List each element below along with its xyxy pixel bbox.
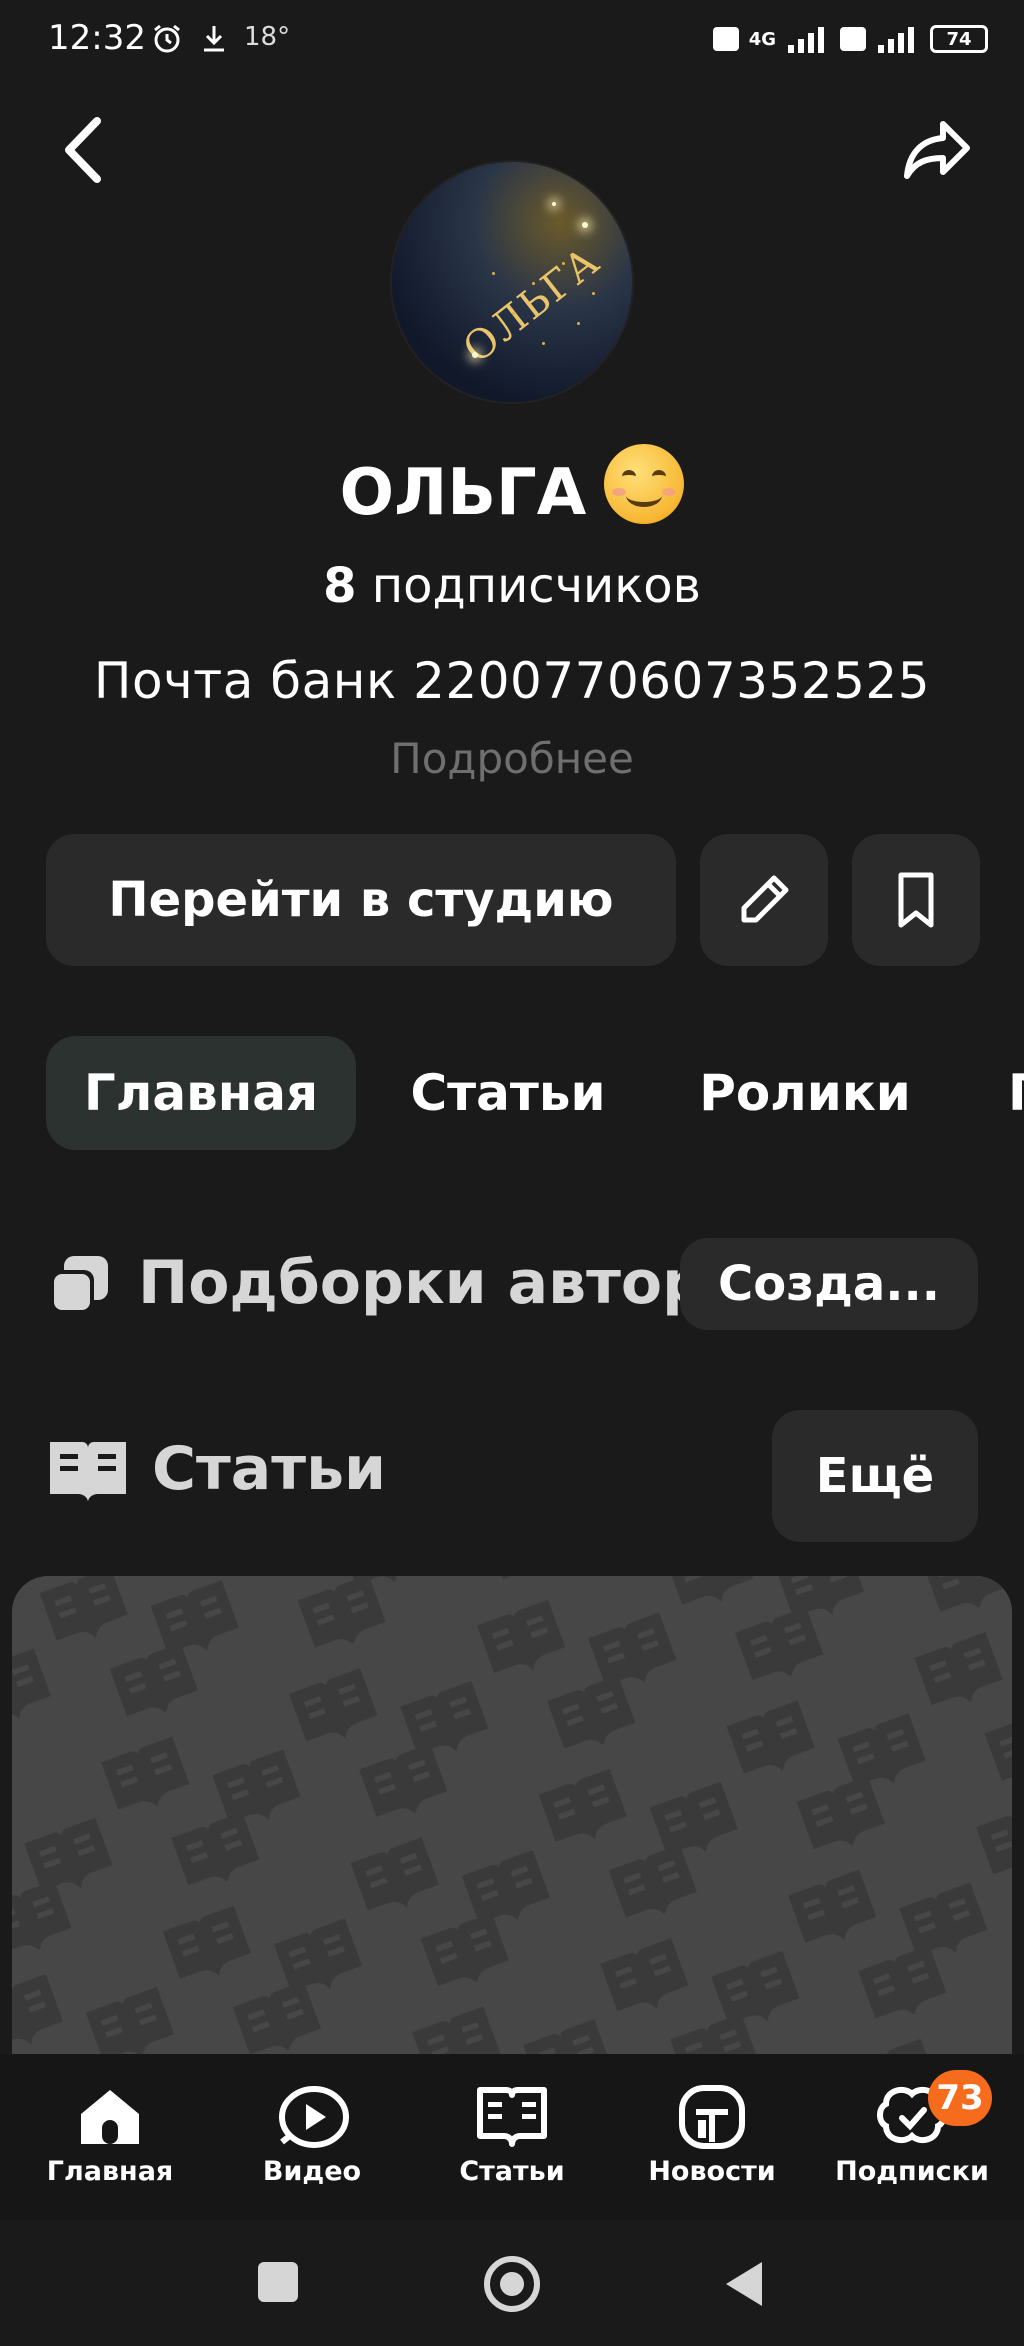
recents-square-icon[interactable] bbox=[258, 2262, 298, 2302]
status-temperature: 18° bbox=[244, 22, 291, 52]
more-articles-button[interactable]: Ещё bbox=[772, 1410, 978, 1542]
bookmark-button[interactable] bbox=[852, 834, 980, 966]
collections-icon bbox=[46, 1252, 112, 1322]
status-indicators: 4G 74 bbox=[712, 22, 988, 56]
nav-news[interactable]: Новости bbox=[622, 2084, 802, 2187]
nav-subscriptions[interactable]: Подписки 73 bbox=[822, 2070, 1002, 2187]
nav-articles-label: Статьи bbox=[459, 2156, 565, 2187]
articles-book-icon bbox=[46, 1436, 130, 1516]
pencil-icon bbox=[741, 875, 789, 923]
profile-name-text: ОЛЬГА bbox=[339, 456, 587, 530]
profile-description: Почта банк 2200770607352525 bbox=[93, 652, 931, 710]
tab-videos[interactable]: Ролики bbox=[680, 1036, 930, 1150]
nav-video[interactable]: Видео bbox=[222, 2084, 402, 2187]
avatar-text: ОЛЬГА bbox=[454, 237, 610, 373]
download-icon bbox=[200, 22, 228, 58]
status-bar: 12:32 18° 4G 74 bbox=[0, 0, 1024, 80]
nav-subscriptions-label: Подписки bbox=[835, 2156, 989, 2187]
go-to-studio-button[interactable]: Перейти в студию bbox=[46, 834, 676, 966]
volte-icon bbox=[712, 27, 739, 51]
battery-indicator: 74 bbox=[930, 25, 988, 53]
bottom-navigation: Главная Видео Статьи Новости Подписки 73 bbox=[0, 2054, 1024, 2220]
edit-button[interactable] bbox=[700, 834, 828, 966]
status-time: 12:32 bbox=[48, 18, 146, 58]
subscribers: 8 подписчиков bbox=[0, 558, 1024, 614]
bookmark-icon bbox=[898, 872, 934, 928]
system-navigation-bar bbox=[0, 2220, 1024, 2346]
collections-title: Подборки автора bbox=[138, 1248, 746, 1318]
article-card-placeholder[interactable] bbox=[12, 1576, 1012, 2136]
more-link[interactable]: Подробнее bbox=[0, 734, 1024, 783]
signal-icon bbox=[788, 27, 824, 53]
create-collection-button[interactable]: Созда... bbox=[680, 1238, 978, 1330]
back-triangle-icon[interactable] bbox=[724, 2260, 764, 2312]
articles-icon bbox=[477, 2087, 547, 2147]
chevron-left-icon bbox=[65, 117, 101, 183]
nav-news-label: Новости bbox=[648, 2156, 776, 2187]
tab-home[interactable]: Главная bbox=[46, 1036, 356, 1150]
subscribers-count: 8 bbox=[323, 558, 357, 614]
news-icon bbox=[679, 2085, 745, 2149]
subscribers-label: подписчиков bbox=[371, 558, 701, 614]
network-type: 4G bbox=[748, 28, 776, 50]
share-icon bbox=[904, 121, 970, 179]
nav-home[interactable]: Главная bbox=[20, 2084, 200, 2187]
smile-emoji-icon bbox=[604, 444, 685, 524]
share-button[interactable] bbox=[892, 110, 982, 190]
tab-overflow[interactable]: П bbox=[1008, 1036, 1024, 1150]
home-circle-icon[interactable] bbox=[484, 2256, 540, 2312]
avatar[interactable]: ОЛЬГА bbox=[392, 162, 632, 402]
back-button[interactable] bbox=[44, 110, 124, 190]
signal-icon-2 bbox=[878, 27, 914, 53]
notification-badge: 73 bbox=[928, 2070, 992, 2126]
profile-name: ОЛЬГА bbox=[0, 444, 1024, 530]
volte-icon-2 bbox=[840, 27, 866, 51]
tab-articles[interactable]: Статьи bbox=[378, 1036, 638, 1150]
nav-home-label: Главная bbox=[46, 2156, 174, 2187]
book-pattern-icon bbox=[12, 1576, 1012, 2136]
nav-video-label: Видео bbox=[262, 2156, 362, 2187]
articles-section-title: Статьи bbox=[152, 1434, 387, 1504]
nav-articles[interactable]: Статьи bbox=[422, 2084, 602, 2187]
alarm-icon bbox=[150, 22, 184, 60]
home-icon bbox=[81, 2090, 139, 2144]
video-icon bbox=[279, 2086, 349, 2148]
